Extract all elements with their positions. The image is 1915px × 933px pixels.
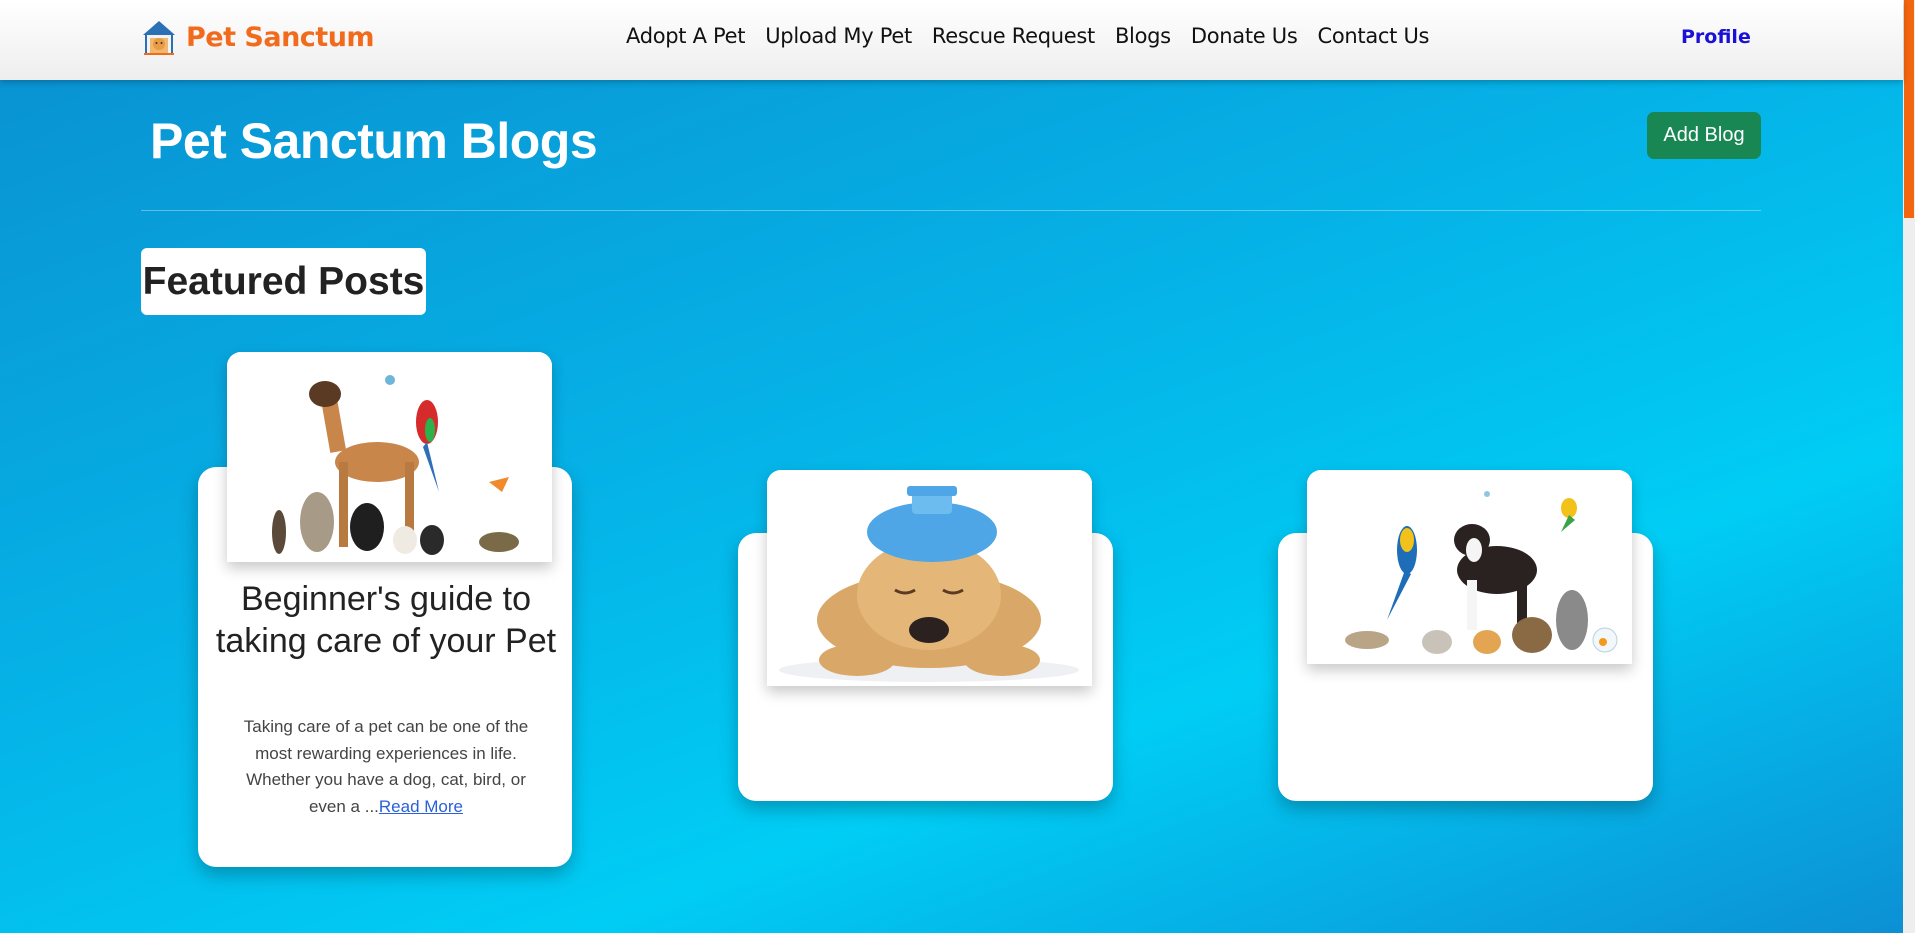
page-title: Pet Sanctum Blogs: [150, 113, 598, 169]
header-divider: [141, 210, 1761, 211]
nav-donate-us[interactable]: Donate Us: [1191, 24, 1298, 48]
nav-blogs[interactable]: Blogs: [1115, 24, 1171, 48]
nav-links: Adopt A Pet Upload My Pet Rescue Request…: [626, 24, 1429, 48]
nav-rescue-request[interactable]: Rescue Request: [932, 24, 1095, 48]
blog-card-1-title[interactable]: Beginner's guide to taking care of your …: [198, 578, 574, 662]
profile-link[interactable]: Profile: [1681, 26, 1751, 48]
blog-card-3-image[interactable]: [1307, 470, 1632, 664]
nav-contact-us[interactable]: Contact Us: [1317, 24, 1429, 48]
read-more-link[interactable]: Read More: [379, 797, 463, 816]
nav-adopt-a-pet[interactable]: Adopt A Pet: [626, 24, 746, 48]
blog-card-1-image[interactable]: [227, 352, 552, 562]
add-blog-button[interactable]: Add Blog: [1647, 112, 1761, 159]
scrollbar-thumb[interactable]: [1904, 0, 1914, 218]
top-navbar: Pet Sanctum Adopt A Pet Upload My Pet Re…: [0, 0, 1903, 80]
pet-house-icon: [140, 18, 178, 56]
nav-upload-my-pet[interactable]: Upload My Pet: [765, 24, 912, 48]
brand[interactable]: Pet Sanctum: [140, 18, 375, 56]
blog-card-2-image[interactable]: [767, 470, 1092, 686]
featured-posts-label: Featured Posts: [141, 248, 426, 315]
brand-name: Pet Sanctum: [186, 21, 375, 53]
blog-card-1-excerpt: Taking care of a pet can be one of the m…: [232, 714, 540, 820]
